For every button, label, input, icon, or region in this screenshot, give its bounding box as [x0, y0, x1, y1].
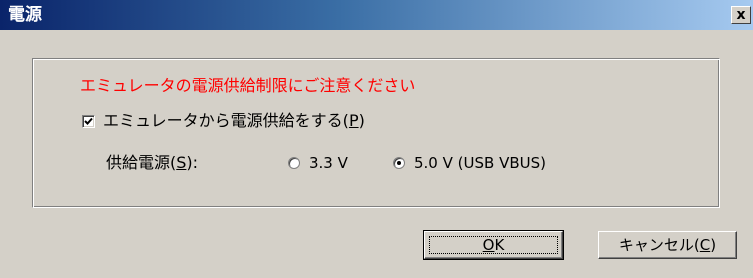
- window-title: 電源: [8, 5, 42, 25]
- cancel-button[interactable]: キャンセル(C): [598, 231, 737, 259]
- checkmark-icon: [84, 117, 93, 125]
- focus-rectangle: [429, 236, 558, 254]
- radio-3v3[interactable]: 3.3 V: [288, 153, 348, 173]
- radio-selected-dot: [397, 161, 401, 165]
- supply-power-checkbox[interactable]: [82, 114, 95, 128]
- radio-3v3-label: 3.3 V: [309, 154, 348, 172]
- close-button[interactable]: x: [731, 6, 751, 24]
- power-dialog: 電源 x エミュレータの電源供給制限にご注意ください エミュレータから電源供給を…: [0, 0, 753, 278]
- radio-3v3-button[interactable]: [288, 157, 300, 169]
- supply-power-label: エミュレータから電源供給をする(P): [103, 111, 365, 130]
- ok-button[interactable]: OK: [423, 230, 564, 260]
- title-bar[interactable]: 電源 x: [0, 0, 753, 30]
- radio-5v-usb-vbus[interactable]: 5.0 V (USB VBUS): [393, 153, 546, 173]
- radio-5v-button[interactable]: [393, 157, 405, 169]
- supply-power-checkbox-row[interactable]: エミュレータから電源供給をする(P): [82, 111, 365, 131]
- power-limit-warning: エミュレータの電源供給制限にご注意ください: [80, 76, 416, 95]
- radio-5v-label: 5.0 V (USB VBUS): [414, 154, 546, 172]
- close-icon: x: [736, 7, 746, 23]
- power-source-label: 供給電源(S):: [106, 153, 199, 172]
